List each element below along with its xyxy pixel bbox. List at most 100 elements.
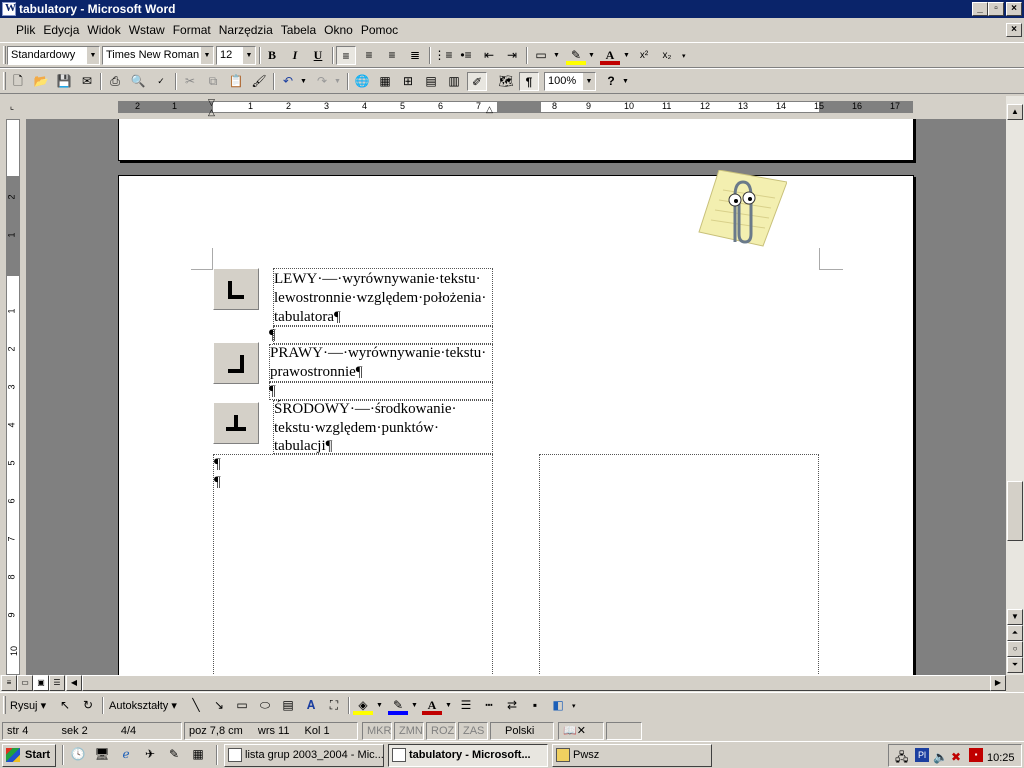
paste-icon[interactable]: 📋 — [226, 72, 246, 91]
language-indicator[interactable]: Polski — [490, 722, 554, 740]
increase-indent-icon[interactable]: ⇥ — [502, 46, 522, 65]
menu-format[interactable]: Format — [169, 23, 215, 37]
chevron-down-icon[interactable]: ▼ — [588, 52, 595, 59]
scroll-up-button[interactable]: ▲ — [1007, 104, 1023, 120]
zoom-select[interactable]: 100% ▼ — [544, 72, 596, 91]
text-line[interactable]: tekstu·względem·punktów· — [274, 420, 439, 437]
open-folder-icon[interactable]: 📂 — [31, 72, 51, 91]
quick-launch-app-icon[interactable]: ✎ — [164, 745, 184, 764]
font-select[interactable]: Times New Roman ▼ — [102, 46, 214, 65]
paragraph-mark[interactable]: ¶ — [214, 474, 221, 491]
arrow-style-icon[interactable]: ⇄ — [502, 696, 522, 715]
font-color-icon[interactable]: A — [422, 696, 442, 715]
align-center-button[interactable]: ≡ — [359, 46, 379, 65]
text-line[interactable]: tabulatora¶ — [274, 309, 341, 326]
menu-narzedzia[interactable]: Narzędzia — [215, 23, 277, 37]
scroll-down-button[interactable]: ▼ — [1007, 609, 1023, 625]
menu-pomoc[interactable]: Pomoc — [357, 23, 402, 37]
dash-style-icon[interactable]: ┅ — [479, 696, 499, 715]
align-right-button[interactable]: ≡ — [382, 46, 402, 65]
undo-icon[interactable]: ↶ — [278, 72, 298, 91]
toolbar-grip[interactable] — [3, 696, 6, 714]
chevron-down-icon[interactable]: ▼ — [86, 47, 99, 64]
maximize-button[interactable]: ▫ — [988, 2, 1004, 16]
insert-table-icon[interactable]: ⊞ — [398, 72, 418, 91]
tab-selector-icon[interactable]: ⌞ — [3, 97, 21, 115]
ruler-strip[interactable]: 2 1 1 2 3 4 5 6 7 8 9 10 11 12 13 14 15 … — [118, 97, 913, 117]
previous-page-icon[interactable]: ⏶ — [1007, 625, 1023, 641]
normal-view-icon[interactable]: ≡ — [1, 675, 17, 691]
toolbar-grip[interactable] — [3, 72, 6, 90]
text-line[interactable]: prawostronnie¶ — [270, 364, 363, 381]
current-page[interactable]: LEWY·—·wyrównywanie·tekstu· lewostronnie… — [118, 169, 914, 675]
text-line[interactable]: ŚRODOWY·—·środkowanie· — [274, 401, 456, 418]
clippy-icon[interactable] — [691, 169, 788, 248]
text-line[interactable]: lewostronnie·względem·położenia· — [274, 290, 486, 307]
spelling-icon[interactable]: ✓ — [151, 72, 171, 91]
redo-icon[interactable]: ↷ — [312, 72, 332, 91]
highlight-icon[interactable]: ✎ — [566, 46, 586, 65]
help-icon[interactable]: ? — [601, 72, 621, 91]
hyperlink-icon[interactable]: 🌐 — [352, 72, 372, 91]
align-left-button[interactable]: ≡ — [336, 46, 356, 65]
text-line[interactable]: LEWY·—·wyrównywanie·tekstu· — [274, 271, 481, 288]
autoshapes-menu[interactable]: Autokształty ▾ — [109, 699, 177, 712]
text-line[interactable]: ¶ — [269, 327, 276, 344]
more-buttons-icon[interactable]: ▾ — [572, 702, 576, 710]
vruler-strip[interactable]: 2 1 1 2 3 4 5 6 7 8 9 10 — [6, 119, 20, 675]
track-changes-indicator[interactable]: ZMN — [394, 722, 424, 740]
clock[interactable]: 10:25 — [987, 748, 1015, 766]
menu-edycja[interactable]: Edycja — [39, 23, 83, 37]
draw-menu[interactable]: Rysuj ▾ — [10, 699, 46, 712]
minimize-button[interactable]: _ — [972, 2, 988, 16]
paragraph-mark[interactable]: ¶ — [214, 456, 221, 473]
format-painter-icon[interactable]: 🖌 — [249, 72, 269, 91]
print-layout-view-icon[interactable]: ▣ — [33, 675, 49, 691]
print-icon[interactable]: ⎙ — [105, 72, 125, 91]
free-rotate-icon[interactable]: ↻ — [78, 696, 98, 715]
copy-icon[interactable]: ⧉ — [203, 72, 223, 91]
task-button[interactable]: lista grup 2003_2004 - Mic... — [224, 744, 384, 767]
select-objects-icon[interactable]: ↖ — [55, 696, 75, 715]
quick-launch-ie-icon[interactable]: ℯ — [116, 745, 136, 764]
language-tray[interactable]: Pl — [915, 748, 929, 762]
office-assistant[interactable] — [691, 169, 788, 248]
font-size-select[interactable]: 12 ▼ — [216, 46, 256, 65]
superscript-icon[interactable]: x² — [634, 46, 654, 65]
bold-button[interactable]: B — [262, 46, 282, 65]
web-view-icon[interactable]: ▭ — [17, 675, 33, 691]
menu-plik[interactable]: Plik — [12, 23, 39, 37]
chevron-down-icon[interactable]: ▼ — [553, 52, 560, 59]
chevron-down-icon[interactable]: ▼ — [445, 702, 452, 709]
arrow-icon[interactable]: ↘ — [209, 696, 229, 715]
style-select[interactable]: Standardowy ▼ — [7, 46, 100, 65]
scroll-thumb[interactable] — [82, 675, 992, 691]
decrease-indent-icon[interactable]: ⇤ — [479, 46, 499, 65]
subscript-icon[interactable]: x₂ — [657, 46, 677, 65]
drawing-icon[interactable]: ✐ — [467, 72, 487, 91]
insert-excel-icon[interactable]: ▤ — [421, 72, 441, 91]
ati-icon[interactable]: ▪ — [969, 748, 983, 762]
right-indent-marker[interactable]: △ — [486, 104, 493, 115]
email-icon[interactable]: ✉ — [77, 72, 97, 91]
line-style-icon[interactable]: ☰ — [456, 696, 476, 715]
horizontal-scrollbar[interactable]: ≡ ▭ ▣ ☰ ◀ ▶ — [0, 675, 1006, 692]
task-button-active[interactable]: tabulatory - Microsoft... — [388, 744, 548, 767]
rectangle-icon[interactable]: ▭ — [232, 696, 252, 715]
text-box-icon[interactable]: ▤ — [278, 696, 298, 715]
show-hide-icon[interactable]: ¶ — [519, 72, 539, 91]
text-line[interactable]: PRAWY·—·wyrównywanie·tekstu· — [270, 345, 486, 362]
text-line[interactable]: tabulacji¶ — [274, 438, 332, 455]
chevron-down-icon[interactable]: ▼ — [622, 78, 629, 85]
quick-launch-app-icon[interactable]: ✈ — [140, 745, 160, 764]
shadow-icon[interactable]: ▪ — [525, 696, 545, 715]
font-color-icon[interactable]: A — [600, 46, 620, 65]
scroll-thumb[interactable] — [1007, 481, 1023, 541]
italic-button[interactable]: I — [285, 46, 305, 65]
hanging-indent-marker[interactable]: △ — [208, 107, 215, 118]
chevron-down-icon[interactable]: ▼ — [582, 73, 595, 90]
justify-button[interactable]: ≣ — [405, 46, 425, 65]
numbering-icon[interactable]: ⋮≡ — [433, 46, 453, 65]
underline-button[interactable]: U — [308, 46, 328, 65]
bullets-icon[interactable]: •≡ — [456, 46, 476, 65]
